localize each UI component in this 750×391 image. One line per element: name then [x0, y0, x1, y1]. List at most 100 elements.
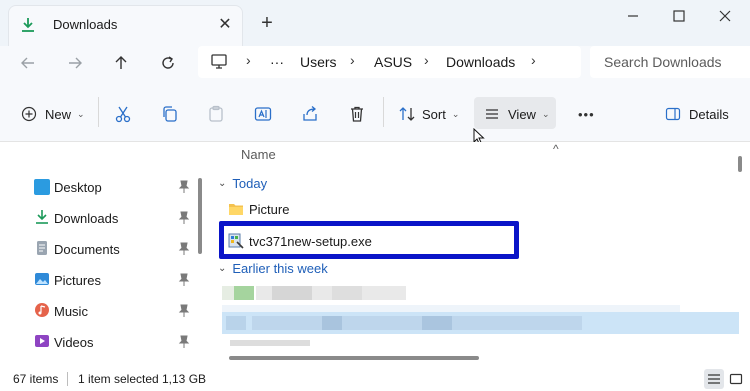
item-count: 67 items	[13, 372, 59, 386]
details-pane-icon	[665, 107, 681, 121]
list-view-icon	[486, 109, 498, 119]
partial-row	[230, 340, 310, 346]
document-icon	[34, 240, 50, 259]
list-item-highlighted[interactable]	[222, 312, 739, 334]
address-bar[interactable]: › ··· Users › ASUS › Downloads ›	[198, 46, 581, 78]
sidebar-item-label: Music	[54, 303, 88, 319]
trash-icon	[351, 106, 363, 122]
search-placeholder: Search Downloads	[604, 54, 722, 70]
forward-button[interactable]	[62, 52, 88, 74]
sort-icon	[399, 107, 415, 121]
sidebar-item-desktop[interactable]: Desktop	[20, 173, 200, 201]
refresh-icon	[162, 56, 174, 69]
horizontal-scrollbar[interactable]	[229, 356, 479, 360]
chevron-right-icon: ›	[424, 52, 429, 68]
pin-icon	[178, 273, 190, 286]
vertical-scrollbar[interactable]	[738, 156, 742, 172]
title-bar: Downloads ✕ +	[0, 0, 750, 46]
details-label: Details	[689, 106, 729, 122]
pin-icon	[178, 304, 190, 317]
sidebar-item-pictures[interactable]: Pictures	[20, 266, 200, 294]
sidebar-item-documents[interactable]: Documents	[20, 235, 200, 263]
highlight-annotation	[219, 221, 519, 259]
group-label: Earlier this week	[232, 260, 328, 276]
chevron-down-icon: ⌄	[451, 108, 460, 119]
chevron-right-icon: ›	[350, 52, 355, 68]
desktop-icon	[34, 179, 50, 195]
maximize-icon	[673, 10, 685, 22]
new-tab-button[interactable]: +	[256, 12, 278, 34]
refresh-button[interactable]	[155, 52, 181, 74]
cut-button[interactable]	[114, 102, 132, 126]
back-button[interactable]	[15, 52, 41, 74]
status-bar: 67 items 1 item selected 1,13 GB	[0, 368, 750, 391]
view-button-content[interactable]: View ⌄	[484, 102, 550, 126]
list-item[interactable]: Picture	[228, 198, 289, 220]
arrow-right-icon	[69, 57, 82, 69]
new-label: New	[45, 106, 72, 122]
close-window-button[interactable]	[702, 0, 748, 32]
sort-ascending-icon: ^	[553, 142, 559, 156]
tiles-view-icon	[729, 373, 743, 385]
breadcrumb-asus[interactable]: ASUS	[374, 54, 412, 70]
chevron-down-icon: ⌄	[218, 262, 227, 274]
scissors-icon	[115, 106, 131, 123]
divider	[98, 97, 99, 127]
sidebar-item-label: Pictures	[54, 272, 101, 288]
pin-icon	[178, 242, 190, 255]
sidebar-item-videos[interactable]: Videos	[20, 328, 200, 356]
breadcrumb-users[interactable]: Users	[300, 54, 337, 70]
paste-button[interactable]	[207, 102, 225, 126]
list-item[interactable]	[222, 282, 412, 304]
file-name: Picture	[249, 201, 290, 217]
selection-size: 1,13 GB	[162, 372, 207, 386]
column-header-name[interactable]: Name	[241, 147, 276, 162]
group-label: Today	[232, 175, 268, 191]
arrow-up-icon	[115, 56, 127, 69]
up-button[interactable]	[108, 52, 134, 74]
chevron-right-icon: ›	[246, 52, 251, 68]
more-icon: •••	[578, 106, 595, 122]
sidebar-item-label: Documents	[54, 241, 120, 257]
divider	[383, 97, 384, 127]
sidebar-item-label: Downloads	[54, 210, 119, 226]
new-button[interactable]: New ⌄	[21, 102, 85, 126]
pin-icon	[178, 180, 190, 193]
more-options-button[interactable]: •••	[578, 102, 595, 126]
maximize-button[interactable]	[656, 0, 702, 32]
selection-count: 1 item selected	[78, 372, 159, 386]
sidebar-item-label: Videos	[54, 334, 94, 350]
details-button[interactable]: Details	[665, 102, 729, 126]
sidebar-item-music[interactable]: Music	[20, 297, 200, 325]
sidebar-item-label: Desktop	[54, 179, 102, 195]
close-tab-icon[interactable]: ✕	[214, 14, 236, 36]
divider	[67, 372, 68, 386]
folder-icon	[229, 204, 243, 215]
minimize-button[interactable]	[610, 0, 656, 32]
arrow-left-icon	[21, 57, 34, 69]
rename-button[interactable]	[254, 102, 272, 126]
tiles-view-button[interactable]	[726, 369, 746, 389]
share-button[interactable]	[301, 102, 319, 126]
close-icon	[719, 10, 731, 22]
group-header-today[interactable]: ⌄ Today	[218, 174, 267, 192]
group-header-earlier[interactable]: ⌄ Earlier this week	[218, 259, 328, 277]
command-bar: New ⌄ Sort ⌄ View ⌄ ••• Details	[0, 80, 750, 146]
share-icon	[303, 106, 317, 121]
details-view-button[interactable]	[704, 369, 724, 389]
clipboard-icon	[209, 105, 223, 122]
chevron-down-icon: ⌄	[77, 108, 85, 119]
tab-title: Downloads	[53, 17, 118, 32]
navigation-bar: › ··· Users › ASUS › Downloads › Search …	[0, 46, 750, 80]
search-input[interactable]: Search Downloads	[590, 46, 750, 78]
sidebar-item-downloads[interactable]: Downloads	[20, 204, 200, 232]
tab-downloads[interactable]: Downloads ✕	[8, 5, 243, 46]
copy-button[interactable]	[161, 102, 179, 126]
address-ellipsis[interactable]: ···	[270, 54, 284, 70]
chevron-down-icon: ⌄	[218, 177, 227, 189]
sort-button[interactable]: Sort ⌄	[398, 102, 459, 126]
delete-button[interactable]	[348, 102, 366, 126]
breadcrumb-downloads[interactable]: Downloads	[446, 54, 515, 70]
plus-circle-icon	[21, 106, 37, 122]
view-label: View	[508, 106, 536, 122]
